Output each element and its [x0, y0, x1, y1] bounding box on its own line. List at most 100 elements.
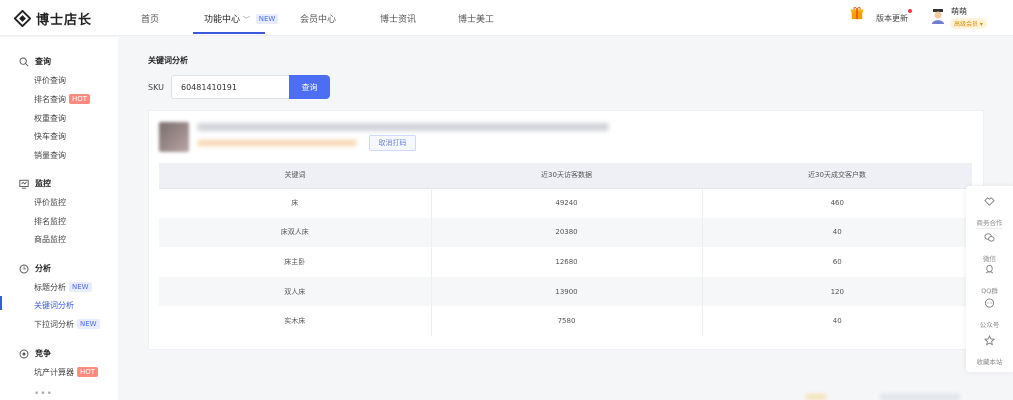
- visitors-cell: 7580: [431, 306, 703, 336]
- wechat-button[interactable]: 微信: [966, 232, 1013, 265]
- visitors-cell: 12680: [431, 247, 703, 277]
- active-nav-indicator: [193, 32, 265, 34]
- logo[interactable]: 博士店长: [14, 9, 93, 28]
- table-row: 双人床 13900 120: [159, 276, 972, 307]
- buyers-cell: 460: [830, 199, 844, 208]
- cancel-blur-button[interactable]: 取消打码: [369, 135, 416, 151]
- qq-group-button[interactable]: QQ群: [966, 264, 1013, 297]
- sidebar-item-title-analysis[interactable]: 标题分析 NEW: [34, 282, 92, 293]
- chat-icon: [984, 298, 995, 308]
- nav-features[interactable]: 功能中心 ﹀ NEW: [204, 12, 279, 25]
- new-badge: NEW: [77, 319, 100, 329]
- sidebar-item-rank-query[interactable]: 排名查询 HOT: [34, 94, 91, 105]
- blurred-product-info: [197, 140, 357, 146]
- gift-icon[interactable]: [850, 6, 864, 20]
- official-account-button[interactable]: 公众号: [966, 298, 1013, 331]
- sidebar-item-review-monitor[interactable]: 评价监控: [34, 197, 66, 208]
- blurred-footer-element: [806, 394, 826, 400]
- search-icon: [19, 57, 29, 66]
- table-row: 实木床 7580 40: [159, 306, 972, 336]
- sidebar-item-review-query[interactable]: 评价查询: [34, 75, 66, 86]
- handshake-icon: [984, 197, 995, 206]
- keyword-table: 关键词 近30天访客数据 近30天成交客户数 床 49240 460 床双人床 …: [159, 163, 972, 336]
- sidebar-section-query[interactable]: 查询: [19, 56, 51, 67]
- member-level-dropdown[interactable]: 高级会员 ▾: [950, 18, 987, 29]
- keyword-cell: 床: [159, 188, 432, 218]
- nav-news[interactable]: 博士资讯: [380, 12, 416, 25]
- clock-icon: [19, 264, 29, 273]
- wechat-icon: [984, 233, 995, 242]
- visitors-cell: 20380: [431, 217, 703, 248]
- sidebar-item-label: 排名查询: [34, 95, 66, 104]
- sidebar-section-label: 查询: [35, 57, 51, 66]
- sku-input[interactable]: [171, 75, 289, 99]
- sidebar-item-keyword-analysis[interactable]: 关键词分析: [34, 300, 74, 311]
- column-header-visitors: 近30天访客数据: [431, 163, 702, 189]
- toolbar-label: 公众号: [979, 321, 1000, 329]
- target-icon: [19, 349, 29, 358]
- nav-design[interactable]: 博士美工: [458, 12, 494, 25]
- keyword-cell: 实木床: [159, 306, 432, 336]
- sidebar-item-label: 下拉词分析: [34, 320, 74, 329]
- business-cooperation-button[interactable]: 商务合作: [966, 196, 1013, 229]
- column-header-keyword: 关键词: [159, 163, 431, 189]
- logo-icon: [14, 9, 31, 27]
- top-navigation-bar: 博士店长 首页 功能中心 ﹀ NEW 会员中心 博士资讯 博士美工 版本更新 萌…: [0, 0, 1013, 36]
- sidebar-item-output-calculator[interactable]: 坑产计算器 HOT: [34, 367, 99, 378]
- product-thumbnail: [159, 122, 189, 152]
- page-title: 关键词分析: [148, 56, 188, 65]
- new-badge: NEW: [255, 14, 279, 24]
- toolbar-label: QQ群: [981, 287, 998, 295]
- query-button[interactable]: 查询: [289, 75, 330, 99]
- toolbar-divider: [976, 228, 1003, 229]
- hot-badge: HOT: [69, 94, 91, 104]
- sidebar-item-rank-monitor[interactable]: 排名监控: [34, 216, 66, 227]
- sidebar-item-product-monitor[interactable]: 商品监控: [34, 234, 66, 245]
- chevron-down-icon: ﹀: [242, 16, 250, 24]
- table-row: 床 49240 460: [159, 188, 972, 218]
- more-items-indicator[interactable]: •••: [34, 389, 53, 399]
- sidebar-item-sales-query[interactable]: 销量查询: [34, 150, 66, 161]
- blurred-product-title: [197, 123, 609, 131]
- sidebar-item-label: 坑产计算器: [34, 368, 74, 377]
- hot-badge: HOT: [77, 367, 99, 377]
- keyword-cell: 床双人床: [159, 217, 432, 248]
- buyers-cell: 40: [702, 217, 972, 248]
- monitor-icon: [19, 179, 29, 189]
- nav-member-center[interactable]: 会员中心: [300, 12, 336, 25]
- sidebar: 查询 评价查询 排名查询 HOT 权重查询 快车查询 销量查询 监控 评价监控 排…: [0, 37, 118, 400]
- table-header-row: 关键词 近30天访客数据 近30天成交客户数: [159, 163, 972, 189]
- buyers-cell: 60: [832, 257, 842, 266]
- sidebar-active-indicator: [0, 296, 2, 310]
- table-row: 床双人床 20380 40: [159, 217, 972, 248]
- sidebar-item-weight-query[interactable]: 权重查询: [34, 113, 66, 124]
- visitors-cell: 49240: [431, 188, 703, 218]
- nav-home[interactable]: 首页: [141, 12, 159, 25]
- toolbar-label: 微信: [983, 255, 996, 263]
- sidebar-section-label: 分析: [35, 264, 51, 273]
- logo-text: 博士店长: [36, 12, 93, 28]
- buyers-cell: 120: [702, 276, 972, 307]
- user-name[interactable]: 萌萌: [951, 6, 967, 17]
- sidebar-section-competition[interactable]: 竞争: [19, 348, 51, 359]
- sidebar-section-analysis[interactable]: 分析: [19, 263, 51, 274]
- visitors-cell: 13900: [431, 276, 703, 307]
- floating-toolbar: 商务合作 微信 QQ群 公众号 收藏本站: [966, 186, 1013, 372]
- star-icon: [984, 335, 995, 346]
- blurred-footer-element: [880, 394, 960, 400]
- notification-dot: [908, 9, 912, 13]
- qq-icon: [985, 264, 994, 274]
- sidebar-section-monitor[interactable]: 监控: [19, 178, 51, 189]
- sidebar-item-label: 标题分析: [34, 283, 66, 292]
- sku-label: SKU: [148, 83, 164, 92]
- table-row: 床主卧 12680 60: [159, 247, 972, 277]
- toolbar-label: 商务合作: [976, 219, 1003, 227]
- bookmark-site-button[interactable]: 收藏本站: [966, 335, 1013, 368]
- sidebar-item-express-query[interactable]: 快车查询: [34, 131, 66, 142]
- avatar[interactable]: [930, 8, 946, 24]
- keyword-cell: 双人床: [159, 276, 432, 307]
- column-header-buyers: 近30天成交客户数: [702, 163, 972, 189]
- sidebar-section-label: 监控: [35, 179, 51, 188]
- sidebar-item-dropdown-word-analysis[interactable]: 下拉词分析 NEW: [34, 319, 100, 330]
- version-update-link[interactable]: 版本更新: [876, 13, 908, 24]
